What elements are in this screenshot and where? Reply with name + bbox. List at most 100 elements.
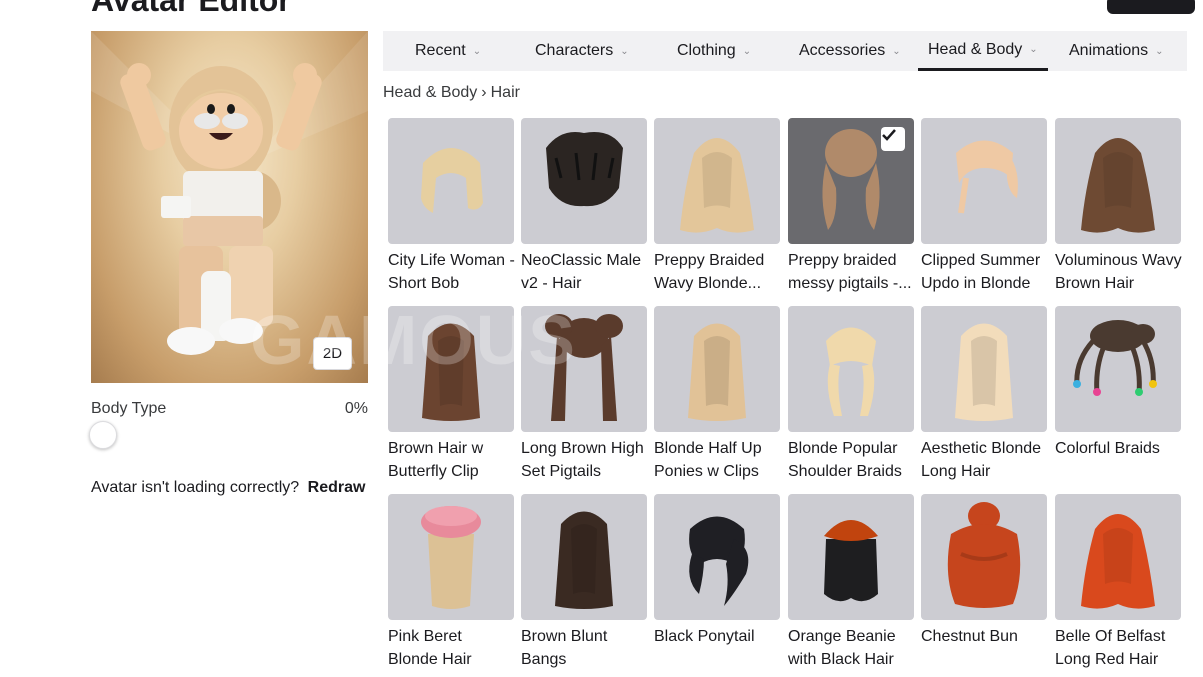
hair-long-straight-icon [688,323,746,421]
tab-characters[interactable]: Characters ⌄ [535,31,629,71]
hair-item-name[interactable]: Brown Hair w Butterfly Clip [388,437,516,483]
hair-item-name-text: Orange Beanie with Black Hair [788,628,896,668]
hair-item-tile[interactable] [388,306,514,432]
hair-long-straight-icon [422,323,480,421]
hair-item-name[interactable]: Blonde Half Up Ponies w Clips [654,437,782,483]
tab-clothing[interactable]: Clothing ⌄ [677,31,751,71]
hair-item-name-text: Black Ponytail [654,628,755,645]
tab-animations[interactable]: Animations ⌄ [1069,31,1164,71]
hair-item-tile[interactable] [388,494,514,620]
hair-item-tile[interactable] [654,118,780,244]
body-type-slider-handle[interactable] [89,421,117,449]
hair-short-bob-icon [421,148,483,213]
hair-item-tile[interactable] [921,494,1047,620]
hair-item-name-text: Aesthetic Blonde Long Hair [921,440,1042,480]
breadcrumb-separator: › [481,84,487,101]
hair-item-name[interactable]: City Life Woman - Short Bob [388,249,516,295]
hair-item-name[interactable]: Brown Blunt Bangs [521,625,649,671]
hair-item-tile[interactable] [921,118,1047,244]
hair-item-tile[interactable] [921,306,1047,432]
hair-item-tile[interactable] [1055,494,1181,620]
hair-item-name-text: Brown Blunt Bangs [521,628,608,668]
hair-item-name-text: Blonde Popular Shoulder Braids [788,440,902,480]
hair-item-name[interactable]: Belle Of Belfast Long Red Hair [1055,625,1183,671]
hair-item-tile[interactable] [788,494,914,620]
hair-item-name[interactable]: Aesthetic Blonde Long Hair [921,437,1049,483]
hair-colorful-braids-icon [1073,320,1157,396]
chevron-down-icon: ⌄ [742,45,752,57]
hair-high-pigtails-icon [545,314,623,421]
body-type-value: 0% [344,400,368,417]
hair-item-name[interactable]: Preppy Braided Wavy Blonde... [654,249,782,295]
hair-item-tile[interactable] [521,494,647,620]
hair-item-name[interactable]: Orange Beanie with Black Hair [788,625,916,671]
tab-label: Head & Body [928,40,1023,58]
breadcrumb-parent[interactable]: Head & Body [383,84,477,101]
page-title: Avatar Editor [91,0,291,18]
hair-item-tile[interactable] [788,306,914,432]
hair-updo-icon [956,140,1018,214]
hair-item-tile[interactable] [521,118,647,244]
hair-item-tile[interactable] [654,494,780,620]
redraw-row: Avatar isn't loading correctly? Redraw [91,479,365,497]
hair-item-name-text: Blonde Half Up Ponies w Clips [654,440,762,480]
tab-accessories[interactable]: Accessories ⌄ [799,31,901,71]
hair-item-tile[interactable] [788,118,914,244]
tab-label: Accessories [799,42,886,59]
hair-item-name-text: Voluminous Wavy Brown Hair [1055,252,1182,292]
hair-item-name[interactable]: Long Brown High Set Pigtails [521,437,649,483]
tab-label: Clothing [677,42,736,59]
hair-long-wavy-icon [1081,514,1155,609]
hair-long-straight-icon [955,323,1013,421]
chevron-down-icon: ⌄ [892,45,901,57]
chevron-down-icon: ⌄ [472,45,482,57]
avatar-figure [91,31,368,355]
view-2d-toggle-button[interactable]: 2D [313,337,352,370]
hair-long-straight-icon [555,511,613,609]
hair-item-name[interactable]: Black Ponytail [654,625,782,648]
breadcrumb-current: Hair [490,84,520,101]
tab-head-body[interactable]: Head & Body ⌄ [918,31,1048,71]
avatar-preview[interactable]: 2D [91,31,368,383]
hair-item-name[interactable]: Voluminous Wavy Brown Hair [1055,249,1183,295]
hair-item-name-text: City Life Woman - Short Bob [388,252,515,292]
hair-item-name[interactable]: Clipped Summer Updo in Blonde [921,249,1049,295]
tab-recent[interactable]: Recent ⌄ [415,31,481,71]
category-tab-bar: Recent ⌄ Characters ⌄ Clothing ⌄ Accessorie… [383,31,1187,71]
hair-item-name[interactable]: NeoClassic Male v2 - Hair [521,249,649,295]
hair-braids-icon [826,327,876,416]
chevron-down-icon: ⌄ [1029,44,1038,55]
body-type-label: Body Type [91,400,167,417]
hair-item-tile[interactable] [1055,118,1181,244]
hair-item-tile[interactable] [388,118,514,244]
hair-item-name[interactable]: Preppy braided messy pigtails -... [788,249,916,295]
hair-beanie-icon [824,520,878,602]
hair-item-name-text: Preppy braided messy pigtails -... [788,252,912,292]
checkmark-icon [881,127,905,151]
header-action-button[interactable] [1107,0,1195,14]
hair-long-wavy-icon [680,138,754,233]
hair-bun-icon [947,502,1021,608]
hair-item-name[interactable]: Blonde Popular Shoulder Braids [788,437,916,483]
chevron-down-icon: ⌄ [1155,45,1164,57]
hair-item-name-text: Belle Of Belfast Long Red Hair [1055,628,1166,668]
hair-item-name[interactable]: Chestnut Bun [921,625,1049,648]
breadcrumb: Head & Body › Hair [383,84,520,102]
hair-item-name-text: Preppy Braided Wavy Blonde... [654,252,765,292]
tab-label: Characters [535,42,614,59]
hair-item-name-text: Pink Beret Blonde Hair [388,628,472,668]
hair-ponytail-icon [689,516,749,606]
redraw-button[interactable]: Redraw [308,479,366,496]
hair-item-name[interactable]: Pink Beret Blonde Hair [388,625,516,671]
hair-beret-icon [421,506,481,609]
redraw-prompt: Avatar isn't loading correctly? [91,479,300,496]
hair-item-tile[interactable] [1055,306,1181,432]
tab-label: Recent [415,42,466,59]
tab-label: Animations [1069,42,1149,59]
hair-item-tile[interactable] [654,306,780,432]
hair-item-name-text: Brown Hair w Butterfly Clip [388,440,484,480]
hair-item-name[interactable]: Colorful Braids [1055,437,1183,460]
hair-item-tile[interactable] [521,306,647,432]
hair-item-name-text: Chestnut Bun [921,628,1018,645]
hair-item-name-text: Long Brown High Set Pigtails [521,440,644,480]
